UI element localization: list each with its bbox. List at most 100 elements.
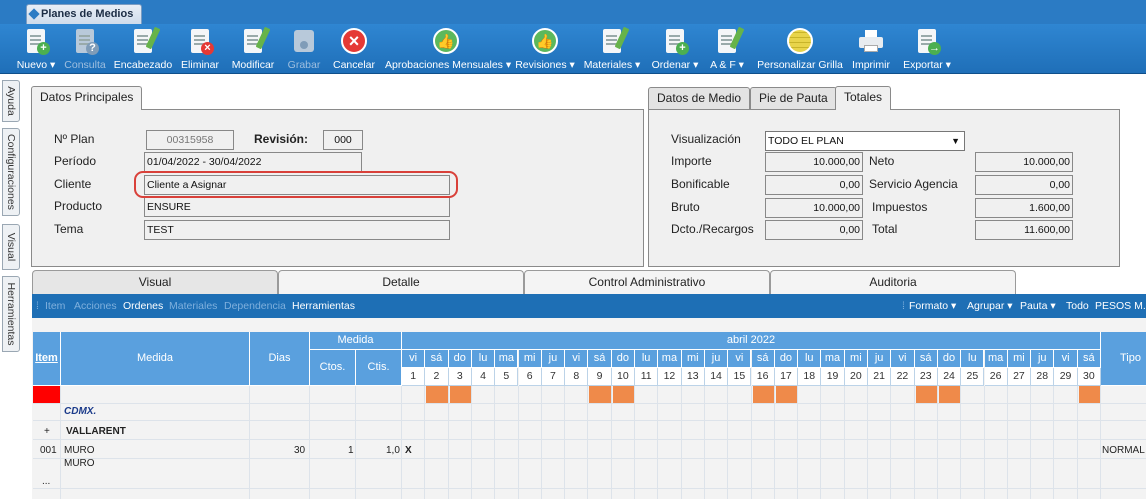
day-number-header[interactable]: 16 <box>751 368 775 386</box>
weekend-cell[interactable] <box>426 386 448 403</box>
tab-control-administrativo[interactable]: Control Administrativo <box>524 270 770 294</box>
day-number-header[interactable]: 26 <box>984 368 1008 386</box>
row-item[interactable]: 001 <box>40 445 57 456</box>
day-number-header[interactable]: 7 <box>541 368 566 386</box>
cancelar-button[interactable]: × Cancelar <box>331 24 377 74</box>
document-tab[interactable]: Planes de Medios <box>26 4 143 24</box>
eliminar-button[interactable]: × Eliminar <box>179 24 221 74</box>
weekend-cell[interactable] <box>938 386 961 403</box>
day-number-header[interactable]: 25 <box>961 368 985 386</box>
tema-field[interactable]: TEST <box>144 220 450 240</box>
weekend-cell[interactable] <box>915 386 937 403</box>
header-medida[interactable]: Medida <box>61 332 250 386</box>
tab-datos-principales[interactable]: Datos Principales <box>31 86 143 110</box>
menu-todo[interactable]: Todo <box>1066 300 1089 312</box>
day-number-header[interactable]: 27 <box>1007 368 1032 386</box>
day-number-header[interactable]: 9 <box>588 368 612 386</box>
tab-detalle[interactable]: Detalle <box>278 270 524 294</box>
impuestos-field[interactable]: 1.600,00 <box>975 198 1073 218</box>
weekend-cell[interactable] <box>612 386 634 403</box>
importe-field[interactable]: 10.000,00 <box>765 152 863 172</box>
currency-label[interactable]: PESOS M.N. <box>1095 300 1146 312</box>
menu-acciones[interactable]: Acciones <box>74 300 117 312</box>
day-number-header[interactable]: 28 <box>1031 368 1055 386</box>
neto-field[interactable]: 10.000,00 <box>975 152 1073 172</box>
day-number-header[interactable]: 12 <box>658 368 682 386</box>
day-number-header[interactable]: 19 <box>821 368 845 386</box>
dcto-recargos-field[interactable]: 0,00 <box>765 220 863 240</box>
visualizacion-select[interactable]: TODO EL PLAN ▼ <box>765 131 965 151</box>
menu-item[interactable]: Item <box>45 300 65 312</box>
side-tab-herramientas[interactable]: Herramientas <box>2 276 20 352</box>
day-number-header[interactable]: 14 <box>704 368 729 386</box>
menu-formato[interactable]: Formato ▾ <box>909 300 956 312</box>
bruto-field[interactable]: 10.000,00 <box>765 198 863 218</box>
revision-field[interactable]: 000 <box>323 130 363 150</box>
side-tab-visual[interactable]: Visual <box>2 224 20 270</box>
menu-ordenes[interactable]: Ordenes <box>123 300 163 312</box>
header-ctis[interactable]: Ctis. <box>356 350 402 386</box>
day-number-header[interactable]: 8 <box>565 368 589 386</box>
menu-agrupar[interactable]: Agrupar ▾ <box>967 300 1013 312</box>
exportar-button[interactable]: → Exportar ▾ <box>900 24 954 74</box>
tab-datos-de-medio[interactable]: Datos de Medio <box>648 87 751 109</box>
ayf-button[interactable]: A & F ▾ <box>708 24 746 74</box>
materiales-button[interactable]: Materiales ▾ <box>582 24 642 74</box>
weekend-cell[interactable] <box>752 386 774 403</box>
nuevo-button[interactable]: + Nuevo ▾ <box>14 24 58 74</box>
day-number-header[interactable]: 18 <box>798 368 822 386</box>
menu-materiales[interactable]: Materiales <box>169 300 217 312</box>
weekend-cell[interactable] <box>449 386 471 403</box>
side-tab-ayuda[interactable]: Ayuda <box>2 80 20 122</box>
bonificable-field[interactable]: 0,00 <box>765 175 863 195</box>
side-tab-configuraciones[interactable]: Configuraciones <box>2 128 20 216</box>
header-tipo[interactable]: Tipo <box>1101 332 1146 386</box>
day-number-header[interactable]: 1 <box>402 368 426 386</box>
aprobaciones-mensuales-button[interactable]: 👍 Aprobaciones Mensuales ▾ <box>385 24 511 74</box>
personalizar-grilla-button[interactable]: Personalizar Grilla <box>755 24 845 74</box>
day-number-header[interactable]: 15 <box>728 368 752 386</box>
plan-field[interactable]: 00315958 <box>146 130 234 150</box>
day-number-header[interactable]: 2 <box>425 368 449 386</box>
consulta-button[interactable]: ? Consulta <box>62 24 108 74</box>
header-dias[interactable]: Dias <box>250 332 310 386</box>
day-number-header[interactable]: 22 <box>891 368 915 386</box>
ordenar-button[interactable]: + Ordenar ▾ <box>649 24 701 74</box>
day-number-header[interactable]: 13 <box>681 368 705 386</box>
tab-visual[interactable]: Visual <box>32 270 278 294</box>
day-number-header[interactable]: 3 <box>448 368 472 386</box>
header-item[interactable]: Item <box>33 332 61 386</box>
imprimir-button[interactable]: Imprimir <box>850 24 892 74</box>
modificar-button[interactable]: Modificar <box>229 24 277 74</box>
day-number-header[interactable]: 21 <box>868 368 892 386</box>
weekend-cell[interactable] <box>775 386 798 403</box>
producto-field[interactable]: ENSURE <box>144 197 450 217</box>
day-number-header[interactable]: 23 <box>914 368 938 386</box>
day-number-header[interactable]: 4 <box>471 368 496 386</box>
day-number-header[interactable]: 10 <box>611 368 635 386</box>
revisiones-button[interactable]: 👍 Revisiones ▾ <box>515 24 575 74</box>
weekend-cell[interactable] <box>1078 386 1100 403</box>
tab-pie-de-pauta[interactable]: Pie de Pauta <box>750 87 837 109</box>
day-number-header[interactable]: 30 <box>1077 368 1101 386</box>
header-ctos[interactable]: Ctos. <box>310 350 356 386</box>
day-number-header[interactable]: 5 <box>495 368 519 386</box>
periodo-field[interactable]: 01/04/2022 - 30/04/2022 <box>144 152 362 172</box>
total-field[interactable]: 11.600,00 <box>975 220 1073 240</box>
encabezado-button[interactable]: Encabezado <box>113 24 173 74</box>
tab-auditoria[interactable]: Auditoria <box>770 270 1016 294</box>
day-number-header[interactable]: 17 <box>774 368 799 386</box>
menu-herramientas[interactable]: Herramientas <box>292 300 355 312</box>
expand-toggle[interactable]: + <box>44 426 50 437</box>
menu-dependencia[interactable]: Dependencia <box>224 300 286 312</box>
day-number-header[interactable]: 24 <box>937 368 962 386</box>
tab-totales[interactable]: Totales <box>835 86 892 110</box>
day-number-header[interactable]: 20 <box>844 368 868 386</box>
menu-pauta[interactable]: Pauta ▾ <box>1020 300 1056 312</box>
servicio-agencia-field[interactable]: 0,00 <box>975 175 1073 195</box>
weekend-cell[interactable] <box>589 386 611 403</box>
day-number-header[interactable]: 6 <box>518 368 542 386</box>
row-day1-mark[interactable]: X <box>405 445 412 456</box>
day-number-header[interactable]: 11 <box>635 368 659 386</box>
grabar-button[interactable]: Grabar <box>284 24 324 74</box>
